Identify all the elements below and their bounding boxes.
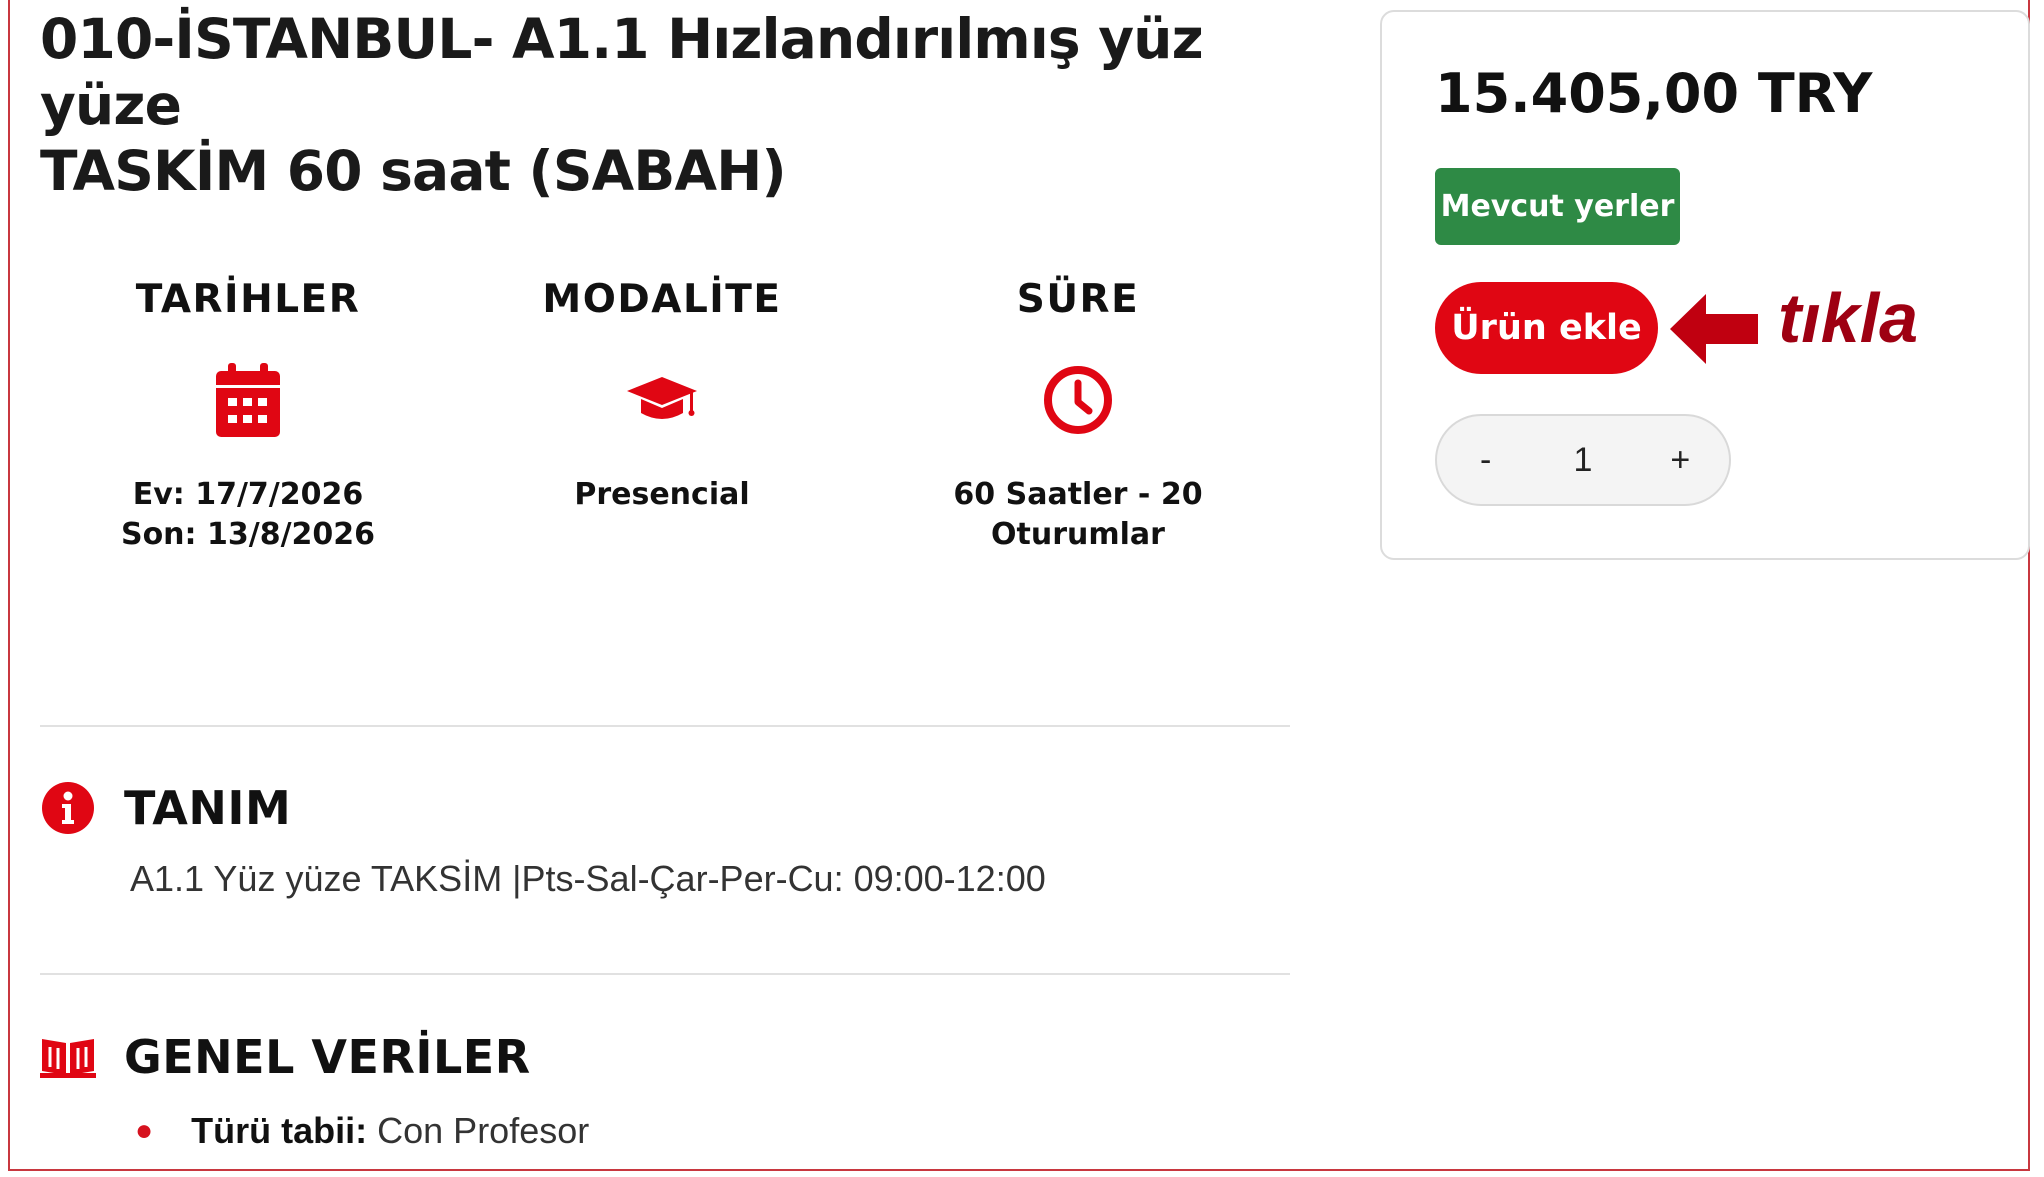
left-arrow-icon (1670, 294, 1758, 364)
quantity-decrease-button[interactable]: - (1437, 441, 1534, 480)
general-list-item: ● Türü tabii: Con Profesor (135, 1110, 589, 1152)
divider (40, 973, 1290, 975)
description-section-header: TANIM (40, 780, 291, 836)
modality-value: Presencial (574, 477, 750, 512)
description-text: A1.1 Yüz yüze TAKSİM |Pts-Sal-Çar-Per-Cu… (130, 858, 1046, 899)
duration-heading: SÜRE (1016, 277, 1140, 322)
duration-line2: Oturumlar (991, 517, 1165, 552)
dates-block: TARİHLER Ev: 17/7/2026 Son: 13/8/2026 (98, 275, 398, 555)
description-heading: TANIM (124, 781, 292, 835)
availability-badge: Mevcut yerler (1435, 168, 1680, 245)
course-title-line2: TASKİM 60 saat (SABAH) (40, 139, 787, 203)
quantity-stepper: - 1 + (1435, 414, 1731, 506)
course-title: 010-İSTANBUL- A1.1 Hızlandırılmış yüz yü… (40, 6, 1310, 204)
course-title-line1: 010-İSTANBUL- A1.1 Hızlandırılmış yüz yü… (40, 7, 1204, 137)
date-end: Son: 13/8/2026 (120, 517, 376, 552)
annotation-text: tıkla (1778, 279, 1919, 357)
add-product-button[interactable]: Ürün ekle (1435, 282, 1658, 374)
quantity-increase-button[interactable]: + (1632, 441, 1729, 480)
graduation-cap-icon (627, 377, 697, 419)
clock-icon (1044, 366, 1112, 434)
bullet-dot: ● (135, 1114, 154, 1147)
price: 15.405,00 TRY (1435, 62, 1873, 125)
general-heading: GENEL VERİLER (124, 1030, 531, 1084)
duration-block: SÜRE 60 Saatler - 20 Oturumlar (928, 275, 1228, 555)
modality-block: MODALİTE Presencial (512, 275, 812, 515)
info-icon (42, 782, 94, 834)
modality-heading: MODALİTE (542, 277, 782, 322)
duration-line1: 60 Saatler - 20 (953, 477, 1203, 512)
general-item-value: Con Profesor (377, 1110, 590, 1151)
general-section-header: GENEL VERİLER (40, 1030, 531, 1084)
calendar-icon (216, 363, 280, 437)
divider (40, 725, 1290, 727)
general-item-key: Türü tabii: (191, 1110, 368, 1151)
dates-heading: TARİHLER (135, 277, 361, 322)
date-start: Ev: 17/7/2026 (132, 477, 364, 512)
quantity-value[interactable]: 1 (1534, 441, 1631, 480)
book-icon (40, 1039, 96, 1078)
